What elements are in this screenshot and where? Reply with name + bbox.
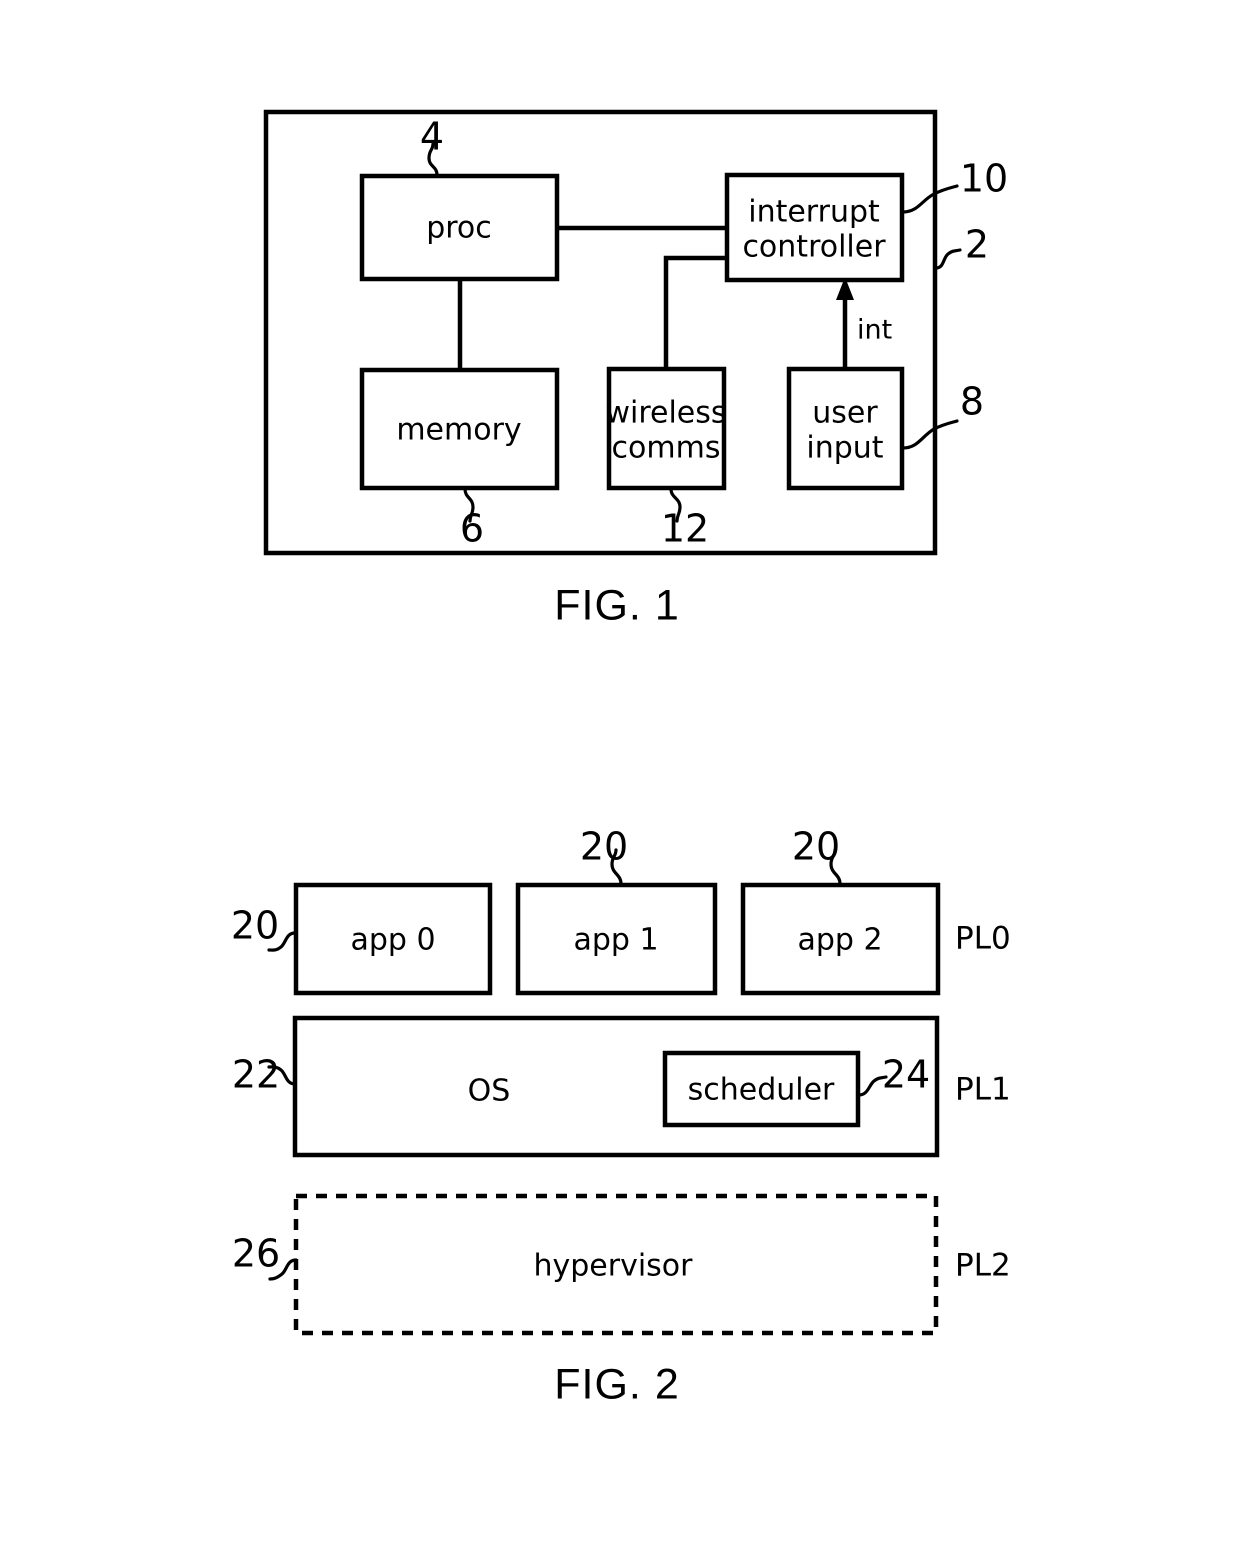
wireless-comms-label-line2: comms [612,431,721,466]
scheduler-block-label: scheduler [688,1073,835,1108]
app1-block-label: app 1 [573,923,658,958]
ref-numeral-interrupt-controller: 10 [960,157,1008,201]
patent-drawing-sheet: int proc interrupt controller memory wir… [0,0,1240,1548]
ref-numeral-app2: 20 [792,825,840,869]
ref-numeral-proc: 4 [420,115,444,159]
figure-1-caption: FIG. 1 [554,581,679,629]
interrupt-controller-label-line2: controller [742,230,886,265]
proc-block-label: proc [426,211,492,246]
privilege-level-pl1-label: PL1 [955,1072,1011,1108]
ref-numeral-memory: 6 [460,507,484,551]
ref-numeral-device-frame: 2 [965,223,989,267]
figure-2-caption: FIG. 2 [554,1360,679,1408]
figure-2: app 0 app 1 app 2 OS scheduler hyperviso… [231,825,1011,1409]
ref-numeral-app0: 20 [231,904,279,948]
wireless-comms-label-line1: wireless [605,396,726,431]
ref-numeral-wireless-comms: 12 [661,507,709,551]
ref-numeral-user-input: 8 [960,380,984,424]
figures-svg: int proc interrupt controller memory wir… [231,109,1011,1409]
figure-1: int proc interrupt controller memory wir… [263,109,1008,629]
privilege-level-pl0-label: PL0 [955,921,1011,957]
os-block-label: OS [468,1074,511,1109]
lead-line-device-frame [934,248,962,270]
ref-numeral-hypervisor: 26 [232,1232,280,1276]
privilege-level-pl2-label: PL2 [955,1248,1011,1284]
ref-numeral-scheduler: 24 [882,1053,930,1097]
hypervisor-block-label: hypervisor [533,1249,693,1284]
ref-numeral-app1: 20 [580,825,628,869]
ref-numeral-os: 22 [232,1053,280,1097]
int-signal-label: int [857,315,892,346]
app2-block-label: app 2 [797,923,882,958]
memory-block-label: memory [396,413,521,448]
user-input-label-line2: input [806,431,883,466]
interrupt-controller-label-line1: interrupt [748,195,880,230]
app0-block-label: app 0 [350,923,435,958]
user-input-label-line1: user [812,396,878,431]
